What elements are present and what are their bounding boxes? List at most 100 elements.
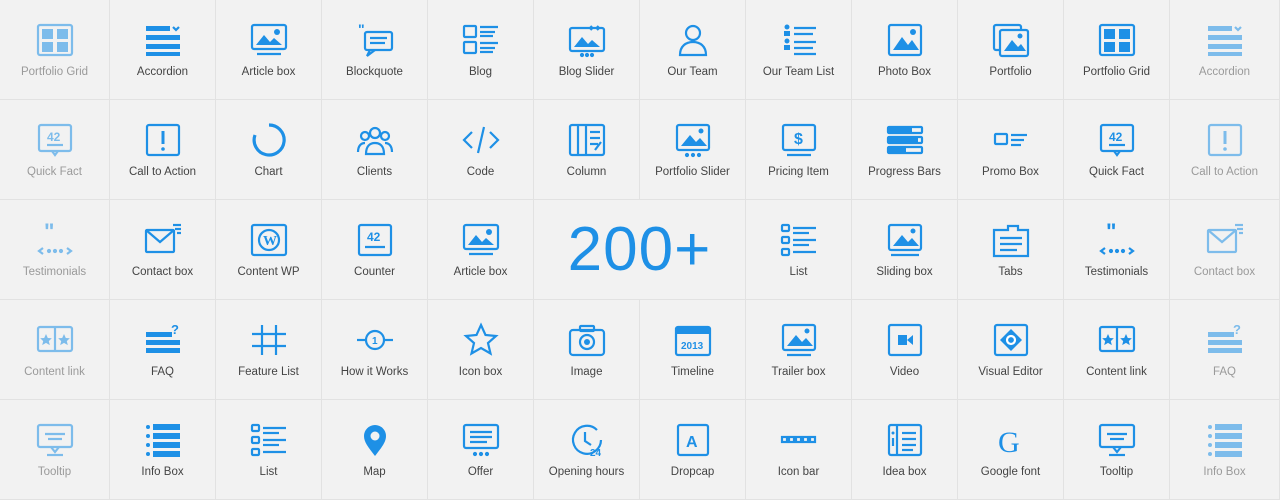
tile-label: Icon box — [458, 366, 503, 378]
tile-feature-list[interactable]: Feature List — [216, 300, 322, 400]
tile-promo-box[interactable]: Promo Box — [958, 100, 1064, 200]
tile-chart[interactable]: Chart — [216, 100, 322, 200]
tile-label: Sliding box — [876, 266, 933, 278]
tile-portfolio-grid[interactable]: Portfolio Grid — [1064, 0, 1170, 100]
tile-icon-bar[interactable]: Icon bar — [746, 400, 852, 500]
promo-box-icon — [991, 122, 1031, 158]
tile-google-font[interactable]: G Google font — [958, 400, 1064, 500]
tile-blog-slider[interactable]: Blog Slider — [534, 0, 640, 100]
tile-tooltip[interactable]: Tooltip — [0, 400, 110, 500]
contact-box-icon — [143, 222, 183, 258]
info-box-icon — [143, 422, 183, 458]
image-icon — [567, 322, 607, 358]
tile-label: Portfolio — [989, 66, 1032, 78]
tile-our-team-list[interactable]: Our Team List — [746, 0, 852, 100]
tile-portfolio[interactable]: Portfolio — [958, 0, 1064, 100]
tile-label: Feature List — [238, 366, 299, 378]
tile-dropcap[interactable]: A Dropcap — [640, 400, 746, 500]
tile-our-team[interactable]: Our Team — [640, 0, 746, 100]
tile-info-box[interactable]: Info Box — [1170, 400, 1280, 500]
tile-blog[interactable]: Blog — [428, 0, 534, 100]
tile-blockquote[interactable]: " Blockquote — [322, 0, 428, 100]
portfolio-grid-icon — [1097, 22, 1137, 58]
tile-timeline[interactable]: 2013 Timeline — [640, 300, 746, 400]
tabs-icon — [991, 222, 1031, 258]
tile-sliding-box[interactable]: Sliding box — [852, 200, 958, 300]
quick-fact-icon: 42 — [1097, 122, 1137, 158]
tile-column[interactable]: Column — [534, 100, 640, 200]
headline-200-plus: 200+ — [534, 200, 746, 300]
tile-visual-editor[interactable]: Visual Editor — [958, 300, 1064, 400]
blockquote-icon: " — [355, 22, 395, 58]
tile-contact-box[interactable]: Contact box — [110, 200, 216, 300]
tile-pricing-item[interactable]: $ Pricing Item — [746, 100, 852, 200]
tile-testimonials[interactable]: " Testimonials — [1064, 200, 1170, 300]
tile-label: Content link — [1086, 366, 1147, 378]
tile-label: Map — [363, 466, 386, 478]
tile-quick-fact[interactable]: 42 Quick Fact — [0, 100, 110, 200]
tile-label: Video — [889, 366, 920, 378]
tile-clients[interactable]: Clients — [322, 100, 428, 200]
tile-content-link[interactable]: Content link — [0, 300, 110, 400]
tile-tabs[interactable]: Tabs — [958, 200, 1064, 300]
portfolio-slider-icon — [673, 122, 713, 158]
tile-label: Trailer box — [771, 366, 826, 378]
tile-label: Blog Slider — [558, 66, 615, 78]
tile-label: Contact box — [131, 266, 194, 278]
tile-content-wp[interactable]: W Content WP — [216, 200, 322, 300]
tile-label: Offer — [467, 466, 494, 478]
tile-portfolio-grid[interactable]: Portfolio Grid — [0, 0, 110, 100]
contact-box-icon — [1205, 222, 1245, 258]
tile-label: Image — [570, 366, 603, 378]
tile-label: Info Box — [141, 466, 184, 478]
tile-label: Icon bar — [777, 466, 820, 478]
tile-article-box[interactable]: Article box — [216, 0, 322, 100]
tile-info-box[interactable]: Info Box — [110, 400, 216, 500]
tile-label: Info Box — [1203, 466, 1246, 478]
info-box-icon — [1205, 422, 1245, 458]
list-icon — [249, 422, 289, 458]
map-icon — [355, 422, 395, 458]
svg-text:42: 42 — [1109, 130, 1123, 144]
tile-accordion[interactable]: Accordion — [1170, 0, 1280, 100]
tile-offer[interactable]: Offer — [428, 400, 534, 500]
tile-label: Portfolio Grid — [1082, 66, 1151, 78]
tile-video[interactable]: Video — [852, 300, 958, 400]
tile-opening-hours[interactable]: 24 Opening hours — [534, 400, 640, 500]
idea-box-icon — [885, 422, 925, 458]
tile-code[interactable]: Code — [428, 100, 534, 200]
visual-editor-icon — [991, 322, 1031, 358]
tile-faq[interactable]: ? FAQ — [1170, 300, 1280, 400]
article-box-icon — [249, 22, 289, 58]
tile-list[interactable]: List — [746, 200, 852, 300]
tile-call-to-action[interactable]: Call to Action — [110, 100, 216, 200]
tile-list[interactable]: List — [216, 400, 322, 500]
tile-content-link[interactable]: Content link — [1064, 300, 1170, 400]
tile-image[interactable]: Image — [534, 300, 640, 400]
tile-icon-box[interactable]: Icon box — [428, 300, 534, 400]
tile-how-it-works[interactable]: 1 How it Works — [322, 300, 428, 400]
tile-trailer-box[interactable]: Trailer box — [746, 300, 852, 400]
tile-label: Promo Box — [982, 166, 1039, 178]
tile-call-to-action[interactable]: Call to Action — [1170, 100, 1280, 200]
tile-portfolio-slider[interactable]: Portfolio Slider — [640, 100, 746, 200]
progress-bars-icon — [885, 122, 925, 158]
tile-progress-bars[interactable]: Progress Bars — [852, 100, 958, 200]
tile-photo-box[interactable]: Photo Box — [852, 0, 958, 100]
tile-counter[interactable]: 42 Counter — [322, 200, 428, 300]
call-to-action-icon — [1205, 122, 1245, 158]
tile-map[interactable]: Map — [322, 400, 428, 500]
article-box-icon — [461, 222, 501, 258]
tile-contact-box[interactable]: Contact box — [1170, 200, 1280, 300]
svg-text:": " — [1106, 222, 1116, 244]
tile-accordion[interactable]: Accordion — [110, 0, 216, 100]
tile-article-box[interactable]: Article box — [428, 200, 534, 300]
tile-quick-fact[interactable]: 42 Quick Fact — [1064, 100, 1170, 200]
tile-testimonials[interactable]: " Testimonials — [0, 200, 110, 300]
tile-tooltip[interactable]: Tooltip — [1064, 400, 1170, 500]
tile-idea-box[interactable]: Idea box — [852, 400, 958, 500]
tile-faq[interactable]: ? FAQ — [110, 300, 216, 400]
timeline-icon: 2013 — [673, 322, 713, 358]
tile-label: Google font — [980, 466, 1041, 478]
feature-list-icon — [249, 322, 289, 358]
